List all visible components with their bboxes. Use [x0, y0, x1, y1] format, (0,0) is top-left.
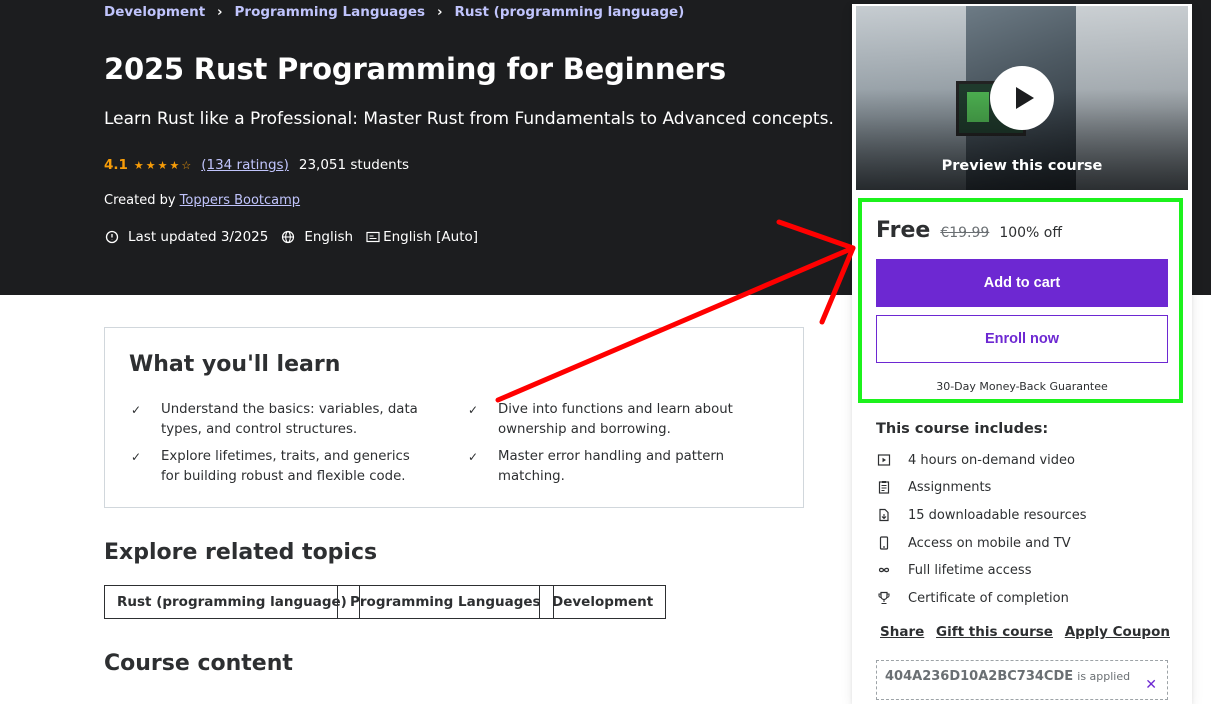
preview-label: Preview this course	[941, 158, 1103, 174]
breadcrumb-programming-languages[interactable]: Programming Languages	[235, 4, 426, 20]
learn-item-text: Understand the basics: variables, data t…	[161, 402, 418, 437]
price-row: Free €19.99 100% off	[876, 218, 1062, 243]
course-title: 2025 Rust Programming for Beginners	[104, 52, 726, 86]
discount-percent: 100% off	[999, 225, 1062, 241]
course-captions: English [Auto]	[383, 229, 479, 245]
captions-icon	[365, 229, 381, 245]
include-item: Access on mobile and TV	[876, 535, 1071, 551]
ratings-count-link[interactable]: (134 ratings)	[201, 157, 289, 173]
course-language: English	[304, 229, 354, 245]
share-link[interactable]: Share	[880, 624, 924, 640]
check-icon: ✓	[131, 450, 142, 464]
include-item-text: Access on mobile and TV	[908, 535, 1071, 551]
topic-rust[interactable]: Rust (programming language)	[104, 585, 360, 619]
sidebar-links: Share Gift this course Apply Coupon	[880, 624, 1170, 640]
author-link[interactable]: Toppers Bootcamp	[180, 193, 300, 208]
globe-icon	[280, 229, 296, 245]
created-by-label: Created by	[104, 193, 176, 208]
students-count: 23,051 students	[298, 157, 410, 173]
course-content-title: Course content	[104, 651, 293, 676]
breadcrumb-rust[interactable]: Rust (programming language)	[454, 4, 684, 20]
what-you-learn-box: What you'll learn ✓ Understand the basic…	[104, 327, 804, 508]
course-meta: Last updated 3/2025 English English [Aut…	[104, 229, 478, 245]
download-file-icon	[876, 507, 892, 523]
learn-item-text: Master error handling and pattern matchi…	[498, 449, 725, 484]
enroll-now-button[interactable]: Enroll now	[876, 315, 1168, 363]
include-item: Certificate of completion	[876, 590, 1069, 606]
learn-item-text: Explore lifetimes, traits, and generics …	[161, 449, 410, 484]
course-preview[interactable]: Preview this course	[856, 6, 1188, 190]
current-price: Free	[876, 218, 931, 243]
check-icon: ✓	[131, 403, 142, 417]
learn-item-text: Dive into functions and learn about owne…	[498, 402, 733, 437]
include-item-text: Full lifetime access	[908, 562, 1032, 578]
check-icon: ✓	[468, 403, 479, 417]
rating-row: 4.1 ★★★★☆ (134 ratings) 23,051 students	[104, 157, 409, 173]
include-item: 15 downloadable resources	[876, 507, 1087, 523]
learn-item: ✓ Master error handling and pattern matc…	[466, 447, 786, 487]
learn-item: ✓ Explore lifetimes, traits, and generic…	[129, 447, 419, 487]
assignment-icon	[876, 479, 892, 495]
star-rating-icon: ★★★★☆	[133, 158, 194, 172]
coupon-applied-text: is applied	[1077, 670, 1131, 683]
infinity-icon	[876, 562, 892, 578]
related-topics-title: Explore related topics	[104, 540, 378, 565]
last-updated: Last updated 3/2025	[128, 229, 269, 245]
trophy-icon	[876, 590, 892, 606]
include-item-text: Certificate of completion	[908, 590, 1069, 606]
apply-coupon-link[interactable]: Apply Coupon	[1065, 624, 1170, 640]
video-icon	[876, 452, 892, 468]
rating-value: 4.1	[104, 157, 128, 173]
check-icon: ✓	[468, 450, 479, 464]
purchase-sidebar: Preview this course Free €19.99 100% off…	[852, 4, 1192, 704]
breadcrumb-separator: ›	[217, 4, 223, 20]
coupon-code: 404A236D10A2BC734CDE	[885, 669, 1074, 684]
coupon-applied-box: 404A236D10A2BC734CDE is applied ✕	[876, 660, 1168, 700]
learn-item: ✓ Dive into functions and learn about ow…	[466, 400, 756, 440]
mobile-icon	[876, 535, 892, 551]
include-item: Full lifetime access	[876, 562, 1031, 578]
include-item: Assignments	[876, 479, 991, 495]
breadcrumb-development[interactable]: Development	[104, 4, 205, 20]
add-to-cart-button[interactable]: Add to cart	[876, 259, 1168, 307]
include-item: 4 hours on-demand video	[876, 452, 1075, 468]
breadcrumb-separator: ›	[437, 4, 443, 20]
breadcrumb: Development › Programming Languages › Ru…	[104, 4, 684, 20]
gift-course-link[interactable]: Gift this course	[936, 624, 1053, 640]
topic-development[interactable]: Development	[539, 585, 667, 619]
learn-item: ✓ Understand the basics: variables, data…	[129, 400, 419, 440]
alert-badge-icon	[104, 229, 120, 245]
remove-coupon-icon[interactable]: ✕	[1145, 677, 1157, 693]
course-subtitle: Learn Rust like a Professional: Master R…	[104, 109, 834, 129]
money-back-guarantee: 30-Day Money-Back Guarantee	[936, 380, 1108, 393]
include-item-text: 4 hours on-demand video	[908, 452, 1075, 468]
include-item-text: 15 downloadable resources	[908, 507, 1087, 523]
play-icon[interactable]	[990, 66, 1054, 130]
created-by: Created by Toppers Bootcamp	[104, 193, 300, 208]
topic-programming-languages[interactable]: Programming Languages	[337, 585, 554, 619]
original-price: €19.99	[940, 225, 990, 241]
what-you-learn-title: What you'll learn	[129, 352, 341, 377]
include-item-text: Assignments	[908, 479, 992, 495]
includes-title: This course includes:	[876, 421, 1049, 437]
